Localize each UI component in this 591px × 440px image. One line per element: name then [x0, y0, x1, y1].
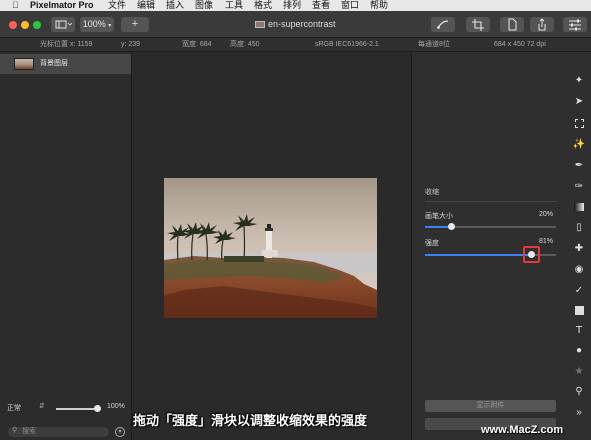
text-icon[interactable]: T	[572, 324, 586, 338]
share-icon	[538, 18, 546, 31]
zoom-select[interactable]: 100% ▾	[80, 17, 114, 32]
magic-select-icon[interactable]: ✨	[572, 138, 586, 152]
brush-size-slider[interactable]	[425, 223, 556, 230]
crop-button[interactable]	[466, 17, 490, 32]
document-icon	[255, 21, 265, 28]
cursor-position-x: 光标位置 x: 1159	[40, 41, 93, 48]
brush-style-icon	[437, 20, 449, 29]
shape-icon[interactable]	[572, 304, 586, 318]
style-tool-icon[interactable]: ✦	[572, 74, 586, 88]
watermark: www.MacZ.com	[481, 424, 564, 436]
document-title-text: en-supercontrast	[268, 19, 336, 29]
search-placeholder: 搜索	[22, 428, 36, 435]
add-button[interactable]: +	[121, 17, 149, 32]
divider	[425, 201, 557, 202]
rect-select-icon[interactable]	[572, 117, 586, 131]
image-width: 宽度: 684	[182, 41, 212, 48]
filter-icon[interactable]: ▾	[115, 427, 125, 437]
color-picker-icon[interactable]: ✒	[572, 159, 586, 173]
strength-slider-fill	[425, 254, 532, 256]
menu-window[interactable]: 窗口	[341, 0, 359, 11]
layer-thumbnail	[14, 58, 34, 70]
document-title: en-supercontrast	[255, 17, 336, 32]
layers-sidebar: 背景图层 正常 ⇵ 100% ⚲ 搜索 ▾	[0, 52, 132, 440]
tool-title: 收缩	[425, 189, 439, 196]
gradient-icon[interactable]	[572, 201, 586, 215]
image-dimensions: 684 x 450 72 dpi	[494, 41, 546, 48]
layer-row[interactable]: 背景图层	[0, 54, 131, 74]
share-button[interactable]	[530, 17, 554, 32]
menu-image[interactable]: 图像	[195, 0, 213, 11]
brush-size-label: 画笔大小	[425, 213, 453, 220]
highlight-box	[522, 246, 540, 263]
menu-file[interactable]: 文件	[108, 0, 126, 11]
image-height: 高度: 450	[230, 41, 260, 48]
menu-bar:  Pixelmator Pro 文件 编辑 插入 图像 工具 格式 排列 查看…	[0, 0, 591, 11]
tutorial-caption: 拖动「强度」滑块以调整收缩效果的强度	[133, 413, 368, 428]
zoom-value: 100%	[82, 19, 106, 29]
menu-help[interactable]: 帮助	[370, 0, 388, 11]
blend-mode-chevron-icon: ⇵	[39, 403, 45, 410]
coastal-lighthouse-photo	[164, 178, 377, 318]
minimize-window-button[interactable]	[21, 21, 29, 29]
document-image[interactable]	[164, 178, 377, 318]
layers-search-field[interactable]: ⚲ 搜索	[8, 427, 109, 437]
window-toolbar: 100% ▾ + en-supercontrast	[0, 11, 591, 38]
apple-icon[interactable]: 	[12, 0, 19, 11]
zoom-window-button[interactable]	[33, 21, 41, 29]
brush-size-slider-knob[interactable]	[447, 223, 455, 230]
search-icon: ⚲	[12, 427, 18, 434]
arrow-select-icon[interactable]: ➤	[572, 95, 586, 109]
brush-size-value: 20%	[539, 211, 554, 218]
menu-edit[interactable]: 编辑	[137, 0, 155, 11]
menu-insert[interactable]: 插入	[166, 0, 184, 11]
layers-footer: 正常 ⇵ 100% ⚲ 搜索 ▾	[0, 400, 131, 440]
strength-value: 81%	[539, 238, 554, 245]
more-tools-icon[interactable]: »	[572, 406, 586, 420]
menu-tools[interactable]: 工具	[225, 0, 243, 11]
tool-inspector: 收缩 画笔大小 20% 强度 81% 显示附件	[411, 52, 567, 440]
menu-view[interactable]: 查看	[312, 0, 330, 11]
retouch-icon[interactable]: ✚	[572, 242, 586, 256]
eraser-icon[interactable]: ▯	[572, 221, 586, 235]
style-button[interactable]	[431, 17, 455, 32]
document-button[interactable]	[500, 17, 524, 32]
layer-name: 背景图层	[40, 60, 68, 67]
adjust-button[interactable]	[563, 17, 587, 32]
opacity-value: 100%	[107, 403, 125, 410]
close-window-button[interactable]	[9, 21, 17, 29]
color-profile: sRGB IEC61966-2.1	[315, 41, 379, 48]
cursor-position-y: y: 239	[121, 41, 141, 48]
show-options-button[interactable]: 显示附件	[425, 400, 556, 412]
blend-mode-select[interactable]: 正常	[7, 403, 21, 413]
sidebar-view-button[interactable]	[51, 17, 75, 32]
menu-arrange[interactable]: 排列	[283, 0, 301, 11]
effects-icon[interactable]: ★	[572, 365, 586, 379]
pen-icon[interactable]: ✓	[572, 284, 586, 298]
crop-icon	[472, 19, 484, 31]
opacity-slider-knob[interactable]	[93, 405, 101, 412]
sliders-icon	[569, 19, 581, 31]
distort-icon[interactable]: ◉	[572, 263, 586, 277]
color-adjust-icon[interactable]: ●	[572, 344, 586, 358]
strength-slider[interactable]	[425, 246, 556, 263]
info-bar: 光标位置 x: 1159 y: 239 宽度: 684 高度: 450 sRGB…	[0, 38, 591, 52]
canvas-area[interactable]	[133, 52, 411, 440]
page-icon	[508, 18, 517, 31]
strength-label: 强度	[425, 240, 439, 247]
opacity-slider-fill	[56, 408, 97, 410]
tools-column: ✦ ➤ ✨ ✒ ✑ ▯ ✚ ◉ ✓ T ● ★ ⚲ »	[567, 52, 591, 440]
menu-format[interactable]: 格式	[254, 0, 272, 11]
sidebar-icon	[55, 20, 73, 29]
paint-brush-icon[interactable]: ✑	[572, 180, 586, 194]
bit-depth: 每通道8位	[418, 41, 450, 48]
zoom-icon[interactable]: ⚲	[572, 385, 586, 399]
chevron-down-icon: ▾	[108, 23, 112, 29]
opacity-slider[interactable]	[56, 405, 101, 412]
app-menu[interactable]: Pixelmator Pro	[30, 0, 94, 11]
